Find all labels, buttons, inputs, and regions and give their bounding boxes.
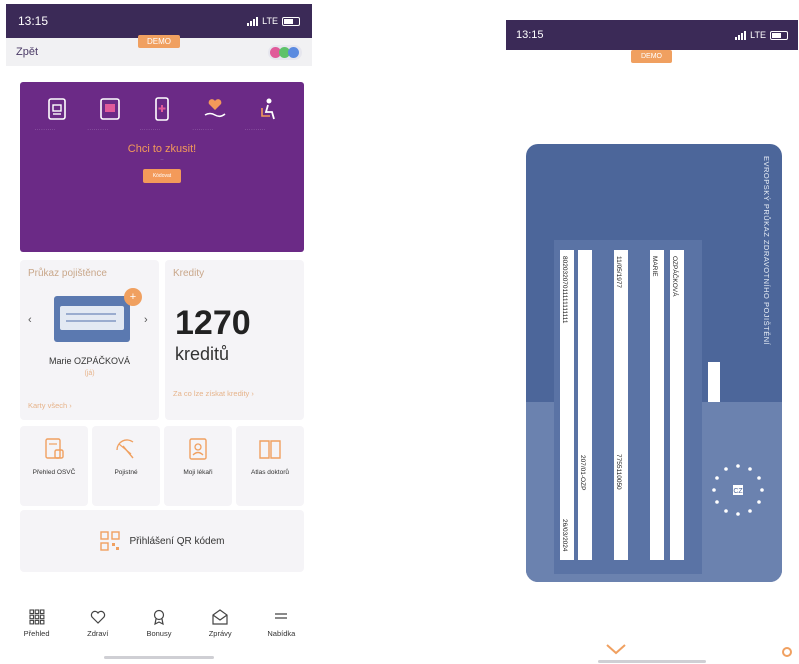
demo-badge: DEMO [631,50,672,63]
banner-title: Chci to zkusit! [127,143,197,155]
tab-bar: Přehled Zdraví Bonusy Zprávy Nabídka [6,608,312,650]
tile-atlas-doktoru[interactable]: Atlas doktorů [236,426,304,506]
banner-subtitle: ... [160,157,164,161]
medal-icon [153,609,165,626]
menu-icon [275,613,288,619]
person-chair-icon [261,98,275,120]
circle-indicator-icon [782,647,792,657]
document-icon [48,98,66,120]
tile-moji-lekari[interactable]: Moji lékaři [164,426,232,506]
insurance-card-image [54,296,130,342]
phone-right: 13:15 LTE DEMO EVROPSKÝ PRŮKAZ ZDRAVOTNÍ… [506,20,798,664]
status-bar: 13:15 LTE [506,20,798,50]
surname-field: OZPÁČKOVÁ [670,250,684,560]
health-insurance-card: EVROPSKÝ PRŮKAZ ZDRAVOTNÍHO POJIŠTĚNÍ 80… [526,144,782,582]
status-bar: 13:15 LTE [6,4,312,38]
banner-button[interactable]: Kódovat [142,169,182,183]
tablet-icon [99,98,120,120]
holder-relation: (já) [84,370,95,377]
tile-osvc[interactable]: Přehled OSVČ [20,426,88,506]
all-cards-link[interactable]: Karty všech › [28,400,72,411]
demo-badge: DEMO [138,35,180,48]
doctor-badge-icon [189,438,207,460]
credits-title: Kredity [173,268,205,279]
phone-medical-icon [155,97,169,121]
signal-icon [735,30,747,40]
qr-login-button[interactable]: Přihlášení QR kódem [20,510,304,572]
insurance-title: Průkaz pojištěnce [28,268,107,279]
holder-name: Marie OZPÁČKOVÁ [48,356,131,366]
battery-icon [770,30,788,40]
heart-hand-icon [204,99,225,118]
status-time: 13:15 [516,29,544,41]
credits-widget[interactable]: Kredity 1270 kreditů Za co lze získat kr… [165,260,304,420]
home-indicator [104,656,214,659]
card-fields: 80203207011111111111 26/03/2024 207/01-O… [554,240,702,574]
back-button[interactable]: Zpět [16,46,38,58]
birth-field: 11/05/1977 7755110050 [614,250,628,560]
status-time: 13:15 [18,14,49,28]
chevron-down-icon[interactable] [604,642,628,656]
chevron-right-icon[interactable]: › [144,314,148,326]
promo-banner[interactable]: · · · · · · · · · · · · · · · · · · · · … [20,82,304,252]
insurance-card-widget[interactable]: Průkaz pojištěnce ‹ + › Marie OZPÁČKOVÁ … [20,260,159,420]
credits-value: 1270 [175,304,251,342]
card-title: EVROPSKÝ PRŮKAZ ZDRAVOTNÍHO POJIŠTĚNÍ [762,156,771,346]
profile-dot-icon [288,47,299,58]
book-icon [259,440,281,459]
tab-nabidka[interactable]: Nabídka [252,608,310,650]
envelope-icon [212,609,228,625]
network-label: LTE [262,16,278,26]
credits-link[interactable]: Za co lze získat kredity › [173,388,263,399]
institution-field: 207/01-OZP [578,250,592,560]
signal-icon [247,16,259,26]
tile-pojistne[interactable]: Pojistné [92,426,160,506]
phone-left: 13:15 LTE Zpět DEMO · · · · · · · · · · … [6,4,312,660]
eu-stars-icon: CZ [712,464,764,516]
tab-zpravy[interactable]: Zprávy [191,608,249,650]
tab-zdravi[interactable]: Zdraví [69,608,127,650]
credits-unit: kreditů [175,344,230,364]
umbrella-icon [116,439,134,459]
plus-icon[interactable]: + [124,288,142,306]
network-label: LTE [750,30,766,40]
given-name-field: MARIE [650,250,664,560]
grid-icon [29,609,45,625]
chevron-left-icon[interactable]: ‹ [28,314,32,326]
document-chart-icon [45,438,64,459]
home-indicator [598,660,706,663]
profile-switch[interactable] [268,45,302,60]
battery-icon [282,16,300,26]
qr-login-label: Přihlášení QR kódem [129,535,225,547]
tab-prehled[interactable]: Přehled [8,608,66,650]
heart-icon [90,610,105,624]
nav-bar: Zpět DEMO [6,35,312,66]
tab-bonusy[interactable]: Bonusy [130,608,188,650]
svg-text:CZ: CZ [733,488,743,495]
card-chip [708,362,720,402]
card-number-field: 80203207011111111111 26/03/2024 [560,250,574,560]
qr-code-icon [100,531,121,551]
